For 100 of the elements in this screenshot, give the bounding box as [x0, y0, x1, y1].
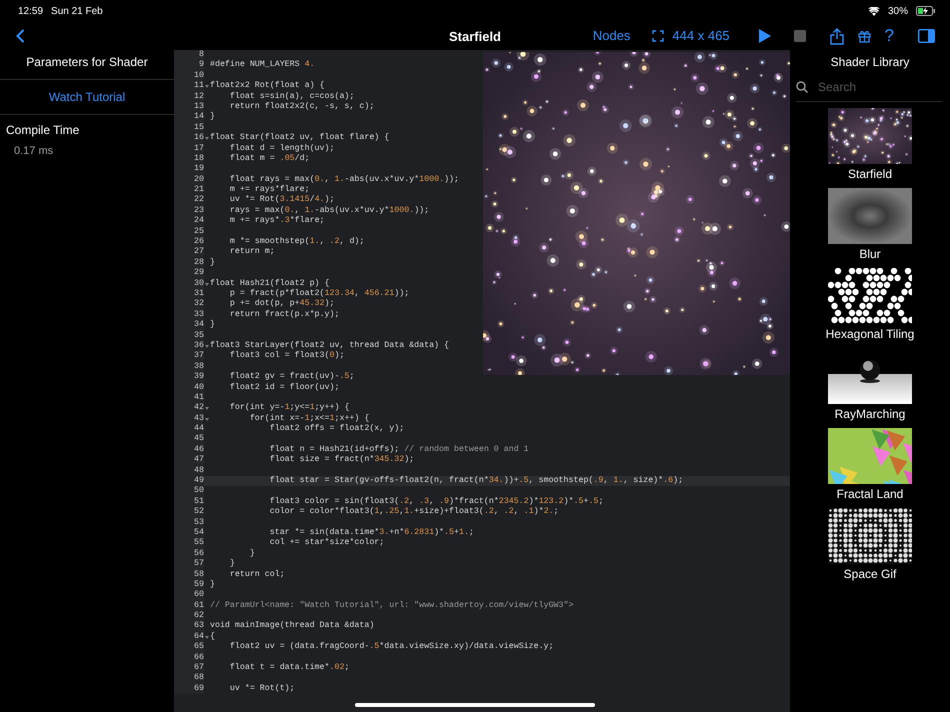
fold-icon[interactable]: [205, 85, 209, 88]
line-number: 45: [194, 434, 204, 445]
line-number: 8: [199, 50, 204, 60]
fold-icon[interactable]: [205, 137, 209, 140]
line-number: 39: [194, 372, 204, 382]
fold-icon[interactable]: [205, 636, 209, 639]
code-line: return float2x2(c, -s, s, c);: [228, 102, 374, 112]
line-number: 46: [194, 444, 204, 456]
code-comment: // ParamUrl<name: "Watch Tutorial", url: "www.shadertoy.com/view/tlyGW3">: [210, 600, 574, 612]
line-number: 57: [194, 559, 204, 570]
line-number: 47: [194, 455, 204, 466]
code-line: float n = Hash21(id+offs); // random between 0 and 1: [268, 444, 529, 455]
line-number: 53: [194, 518, 204, 528]
canvas-size: 444 x 465: [672, 27, 730, 46]
shader-thumbnail[interactable]: [828, 428, 912, 484]
code-line: float size = fract(n*345.32);: [268, 455, 414, 466]
shader-thumbnail[interactable]: [828, 188, 912, 244]
line-number: 13: [194, 102, 204, 112]
code-editor[interactable]: [174, 50, 790, 712]
shader-thumbnail[interactable]: [828, 108, 912, 164]
line-number: 16: [194, 133, 204, 144]
wifi-icon: [868, 6, 880, 16]
fold-icon[interactable]: [205, 344, 209, 348]
shader-name: Fractal Land: [836, 486, 904, 503]
line-number: 21: [194, 185, 204, 196]
nodes-button[interactable]: Nodes: [592, 26, 630, 46]
code-line: p = fract(p*float2(123.34, 456.21));: [228, 288, 410, 299]
line-number: 28: [194, 258, 204, 268]
help-button[interactable]: ?: [884, 23, 894, 49]
line-number: 29: [194, 268, 204, 279]
code-line: uv *= Rot(3.1415/4.);: [228, 195, 335, 206]
fullscreen-icon[interactable]: [652, 30, 664, 42]
line-number: 61: [194, 600, 204, 612]
code-line: float2 uv = (data.fragCoord-.5*data.viewSize.xy)/data.viewSize.y;: [228, 642, 554, 653]
search-icon: [796, 81, 808, 93]
shader-name: Hexagonal Tiling: [826, 326, 914, 343]
line-number: 40: [194, 382, 204, 393]
back-icon[interactable]: [16, 29, 25, 43]
search-field[interactable]: Search: [816, 77, 926, 97]
code-line: }: [210, 320, 215, 331]
line-number: 37: [194, 351, 204, 362]
line-number: 11: [194, 81, 204, 92]
fold-icon[interactable]: [205, 418, 209, 421]
line-number: 34: [194, 320, 204, 331]
line-number: 56: [194, 548, 204, 560]
line-number: 48: [194, 466, 204, 476]
code-line: }: [248, 548, 255, 560]
line-number: 62: [194, 611, 204, 622]
line-number: 59: [194, 580, 204, 590]
code-line: float s=sin(a), c=cos(a);: [228, 92, 354, 102]
code-line: col += star*size*color;: [268, 538, 384, 549]
line-number: 38: [194, 362, 204, 372]
code-line: float Hash21(float2 p) {: [210, 278, 330, 289]
code-line: float Star(float2 uv, float flare) {: [210, 133, 390, 144]
code-line: rays = max(0., 1.-abs(uv.x*uv.y*1000.));: [228, 206, 430, 216]
sidebar-icon[interactable]: [918, 29, 935, 43]
line-number: 55: [194, 538, 204, 549]
line-number: 35: [194, 330, 204, 341]
battery-icon: [916, 6, 936, 16]
code-line: float2 gv = fract(uv)-.5;: [228, 372, 354, 382]
code-line: star *= sin(data.time*3.+n*6.2831)*.5+1.;: [268, 528, 474, 538]
line-number: 32: [194, 299, 204, 310]
line-number: 31: [194, 288, 204, 300]
line-number: 15: [194, 122, 204, 134]
share-icon[interactable]: [830, 28, 844, 44]
code-line: float t = data.time*.02;: [228, 663, 350, 674]
code-line: return fract(p.x*p.y);: [228, 310, 340, 320]
line-number: 18: [194, 154, 204, 164]
line-number: 25: [194, 226, 204, 238]
line-number: 52: [194, 507, 204, 518]
code-line: #define NUM_LAYERS 4.: [210, 60, 315, 71]
code-line: {: [210, 632, 215, 642]
code-line: p += dot(p, p+45.32);: [228, 299, 334, 310]
code-line: }: [210, 112, 215, 123]
line-number: 51: [194, 496, 204, 508]
line-number: 10: [194, 70, 204, 82]
line-number: 68: [194, 673, 204, 684]
line-number: 63: [194, 621, 204, 632]
line-number: 36: [194, 340, 204, 352]
status-time: 12:59: [18, 4, 44, 18]
line-number: 41: [194, 392, 204, 404]
compile-time-label: Compile Time: [5, 122, 80, 139]
code-line: float3 col = float3(0);: [228, 351, 344, 362]
line-number: 30: [194, 278, 204, 289]
panel-title: Shader Library: [830, 54, 910, 71]
fold-icon[interactable]: [205, 407, 209, 410]
gift-icon[interactable]: [858, 29, 871, 43]
fold-icon[interactable]: [205, 282, 209, 286]
code-line: }: [210, 580, 215, 590]
shader-name: Starfield: [848, 166, 892, 183]
line-number: 49: [194, 476, 204, 486]
stop-icon[interactable]: [794, 30, 806, 42]
code-line: m += rays*.3*flare;: [228, 216, 325, 227]
code-line: float2x2 Rot(float a) {: [210, 81, 325, 92]
code-line: for(int y=-1;y<=1;y++) {: [228, 403, 350, 414]
window-title: Starfield: [448, 29, 501, 44]
play-icon[interactable]: [758, 29, 771, 43]
shader-thumbnail[interactable]: [828, 268, 912, 324]
battery-percent: 30%: [888, 4, 908, 18]
shader-thumbnail[interactable]: [828, 508, 912, 564]
